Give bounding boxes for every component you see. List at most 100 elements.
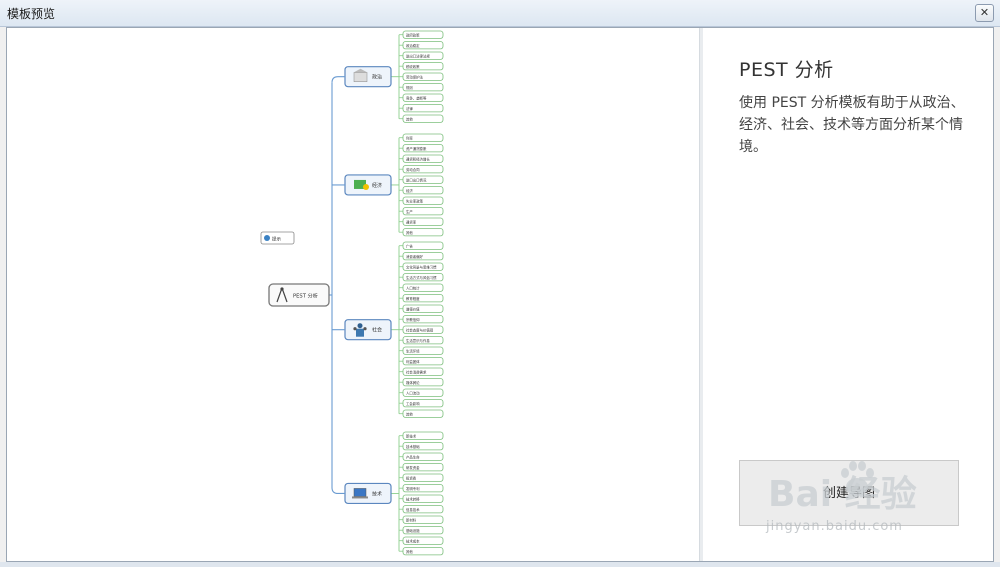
leaf-topic[interactable]: 生活方式与风俗习惯 xyxy=(399,273,444,282)
leaf-topic[interactable]: 政府政策 xyxy=(399,30,444,39)
leaf-label: 其他 xyxy=(406,230,413,235)
leaf-topic[interactable]: 新技术 xyxy=(399,431,444,440)
leaf-topic[interactable]: 基础设施 xyxy=(399,526,444,535)
leaf-topic[interactable]: 其他 xyxy=(399,547,444,556)
close-icon: ✕ xyxy=(979,6,990,19)
leaf-label: 经济 xyxy=(406,188,413,193)
leaf-topic[interactable]: 文化背景与思维习惯 xyxy=(399,262,444,271)
central-topic[interactable]: PEST 分析 xyxy=(268,283,330,307)
leaf-topic[interactable]: 信息技术 xyxy=(399,505,444,514)
leaf-topic[interactable]: 失业率政策 xyxy=(399,196,444,205)
branch-label: 社会 xyxy=(372,327,382,334)
note-topic[interactable]: 提示 xyxy=(260,231,295,245)
leaf-label: 生产 xyxy=(406,209,413,214)
branch-topic-3[interactable]: 社会 xyxy=(344,245,400,414)
leaf-topic[interactable]: 规则 xyxy=(399,83,444,92)
branch-topic-1[interactable]: 政治 xyxy=(344,34,400,119)
leaf-label: 教育程度 xyxy=(406,296,420,301)
leaf-topic[interactable]: 生活意识与作息 xyxy=(399,336,444,345)
leaf-label: 工会影响 xyxy=(406,401,420,406)
leaf-topic[interactable]: 人口流动 xyxy=(399,388,444,397)
leaf-topic[interactable]: 新材料 xyxy=(399,515,444,524)
leaf-topic[interactable]: 生产 xyxy=(399,207,444,216)
leaf-topic[interactable]: 媒体舆论 xyxy=(399,378,444,387)
leaf-label: 技术成本 xyxy=(406,538,420,543)
leaf-label: 研发资金 xyxy=(406,465,420,470)
leaf-topic[interactable]: 消费者偏好 xyxy=(399,252,444,261)
window-bottom-border xyxy=(0,562,1000,567)
leaf-label: 利率 xyxy=(406,135,413,140)
branch-label: 经济 xyxy=(372,182,382,189)
branch-label: 技术 xyxy=(372,490,382,497)
leaf-topic[interactable]: 宗教信仰 xyxy=(399,315,444,324)
leaf-topic[interactable]: 社会态度与价值观 xyxy=(399,325,444,334)
leaf-label: 宗教信仰 xyxy=(406,317,420,322)
leaf-topic[interactable]: 通货和经济增长 xyxy=(399,154,444,163)
leaf-topic[interactable]: 通货率 xyxy=(399,217,444,226)
template-description: 使用 PEST 分析模板有助于从政治、经济、社会、技术等方面分析某个情境。 xyxy=(739,95,965,155)
leaf-label: 社会态度与价值观 xyxy=(406,327,434,332)
leaf-topic[interactable]: 劳动保护法 xyxy=(399,72,444,81)
root-connectors xyxy=(329,76,345,494)
leaf-topic[interactable]: 社会消费需求 xyxy=(399,367,444,376)
leaf-topic[interactable]: 技术成本 xyxy=(399,536,444,545)
leaf-label: 通货率 xyxy=(406,219,417,224)
leaf-topic[interactable]: 工会影响 xyxy=(399,399,444,408)
leaf-topic[interactable]: 技术基础 xyxy=(399,442,444,451)
leaf-topic[interactable]: 其他 xyxy=(399,228,444,237)
leaf-topic[interactable]: 生活环境 xyxy=(399,346,444,355)
leaf-topic[interactable]: 进口出口情况 xyxy=(399,175,444,184)
branch-topic-2[interactable]: 经济 xyxy=(344,137,400,233)
window-title: 模板预览 xyxy=(7,7,56,21)
leaf-topic[interactable]: 利益团体 xyxy=(399,357,444,366)
leaf-topic[interactable]: 其他 xyxy=(399,114,444,123)
leaf-topic[interactable]: 竞争、垄断等 xyxy=(399,93,444,102)
leaf-label: 人口流动 xyxy=(406,390,420,395)
leaf-label: 人口统计 xyxy=(406,285,420,290)
leaf-label: 投资费 xyxy=(406,475,417,480)
leaf-label: 进口出口情况 xyxy=(406,177,427,182)
leaf-label: 资产通货膨胀 xyxy=(406,146,427,151)
leaf-topic[interactable]: 道德价值 xyxy=(399,304,444,313)
leaf-label: 新技术 xyxy=(406,433,417,438)
leaf-label: 文化背景与思维习惯 xyxy=(406,264,437,269)
leaf-topic[interactable]: 广告 xyxy=(399,241,444,250)
leaf-topic[interactable]: 法律 xyxy=(399,104,444,113)
note-label: 提示 xyxy=(272,236,281,243)
template-info-panel: PEST 分析 使用 PEST 分析模板有助于从政治、经济、社会、技术等方面分析… xyxy=(703,28,993,561)
leaf-topic[interactable]: 税收政策 xyxy=(399,62,444,71)
leaf-label: 税收政策 xyxy=(406,64,420,69)
leaf-topic[interactable]: 研发资金 xyxy=(399,463,444,472)
leaf-label: 通货和经济增长 xyxy=(406,156,430,161)
create-map-button[interactable]: 创建导图 xyxy=(739,460,959,526)
leaf-topic[interactable]: 教育程度 xyxy=(399,294,444,303)
computer-icon xyxy=(352,488,368,499)
title-bar: 模板预览 ✕ xyxy=(0,0,1000,27)
leaf-topic[interactable]: 发明专利 xyxy=(399,484,444,493)
leaf-label: 媒体舆论 xyxy=(406,380,420,385)
mindmap-preview[interactable]: 提示 政治 政府政策政治稳定 进出口法律法规税收政策劳动保护法规则 竞争、垄断等 法律其他… xyxy=(7,28,699,561)
leaf-topic[interactable]: 技术转移 xyxy=(399,494,444,503)
leaf-topic[interactable]: 其他 xyxy=(399,409,444,418)
leaf-topic[interactable]: 投资费 xyxy=(399,473,444,482)
leaf-label: 产品生命 xyxy=(406,454,420,459)
leaf-label: 其他 xyxy=(406,116,413,121)
leaf-topic[interactable]: 产品生命 xyxy=(399,452,444,461)
leaf-topic[interactable]: 政治稳定 xyxy=(399,41,444,50)
dialog-body: 提示 政治 政府政策政治稳定 进出口法律法规税收政策劳动保护法规则 竞争、垄断等 法律其他… xyxy=(6,27,994,562)
leaf-label: 劳动保护法 xyxy=(406,74,424,79)
leaf-label: 政府政策 xyxy=(406,32,420,37)
branch-topic-4[interactable]: 技术 xyxy=(344,435,400,552)
leaf-label: 生活环境 xyxy=(406,348,420,353)
leaf-topic[interactable]: 利率 xyxy=(399,133,444,142)
leaf-label: 消费者偏好 xyxy=(406,254,424,259)
leaf-topic[interactable]: 劳动合同 xyxy=(399,165,444,174)
leaf-topic[interactable]: 人口统计 xyxy=(399,283,444,292)
leaf-topic[interactable]: 资产通货膨胀 xyxy=(399,144,444,153)
close-button[interactable]: ✕ xyxy=(975,4,994,22)
leaf-label: 其他 xyxy=(406,549,413,554)
leaf-topic[interactable]: 经济 xyxy=(399,186,444,195)
leaf-topic[interactable]: 进出口法律法规 xyxy=(399,51,444,60)
leaf-label: 道德价值 xyxy=(406,306,420,311)
leaf-label: 技术基础 xyxy=(406,444,420,449)
